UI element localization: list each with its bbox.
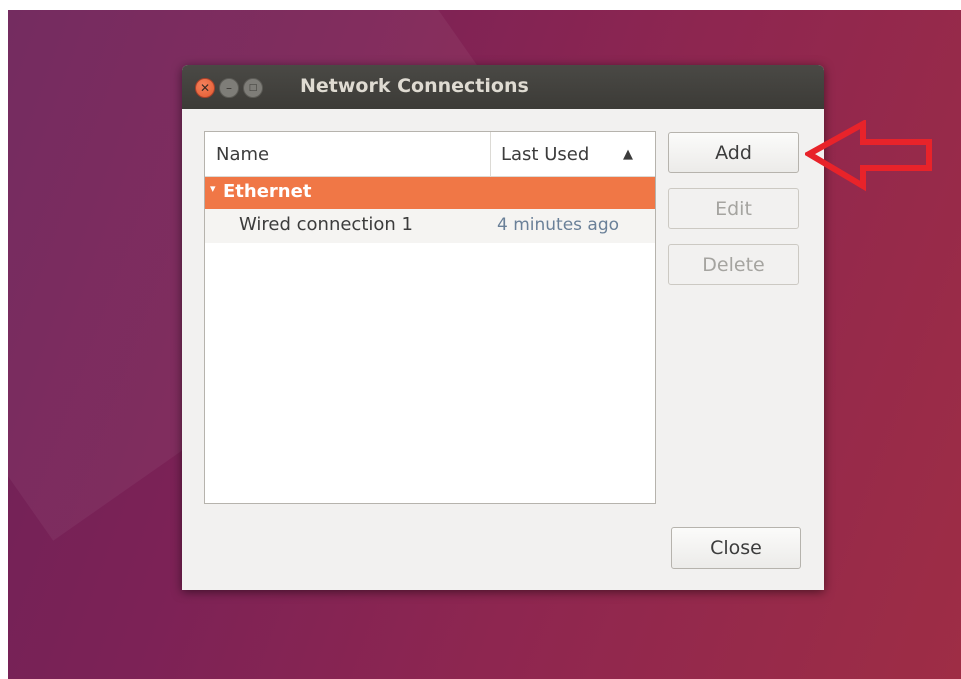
column-header-last-used[interactable]: Last Used [501,144,589,165]
delete-button[interactable]: Delete [668,244,799,285]
title-bar[interactable]: ✕ – □ Network Connections [182,65,824,109]
group-row-ethernet[interactable]: ▾ Ethernet [205,177,655,209]
window-minimize-icon[interactable]: – [219,78,239,98]
group-label: Ethernet [223,181,312,202]
connections-list[interactable]: Name Last Used ▲ ▾ Ethernet Wired connec… [204,131,656,504]
column-header-name[interactable]: Name [216,144,269,165]
window-close-icon[interactable]: ✕ [195,78,215,98]
close-button[interactable]: Close [671,527,801,569]
edit-button[interactable]: Edit [668,188,799,229]
connection-last-used: 4 minutes ago [497,215,620,235]
list-item[interactable]: Wired connection 1 4 minutes ago [205,209,655,243]
sort-ascending-icon: ▲ [623,147,633,162]
expander-icon[interactable]: ▾ [210,182,216,195]
annotation-arrow-icon [805,120,932,192]
window-title: Network Connections [300,75,529,97]
column-separator[interactable] [490,132,491,176]
network-connections-window: ✕ – □ Network Connections Name Last Used… [182,65,824,590]
list-header: Name Last Used ▲ [205,132,655,177]
window-maximize-icon[interactable]: □ [243,78,263,98]
add-button[interactable]: Add [668,132,799,173]
connection-name: Wired connection 1 [239,214,413,235]
